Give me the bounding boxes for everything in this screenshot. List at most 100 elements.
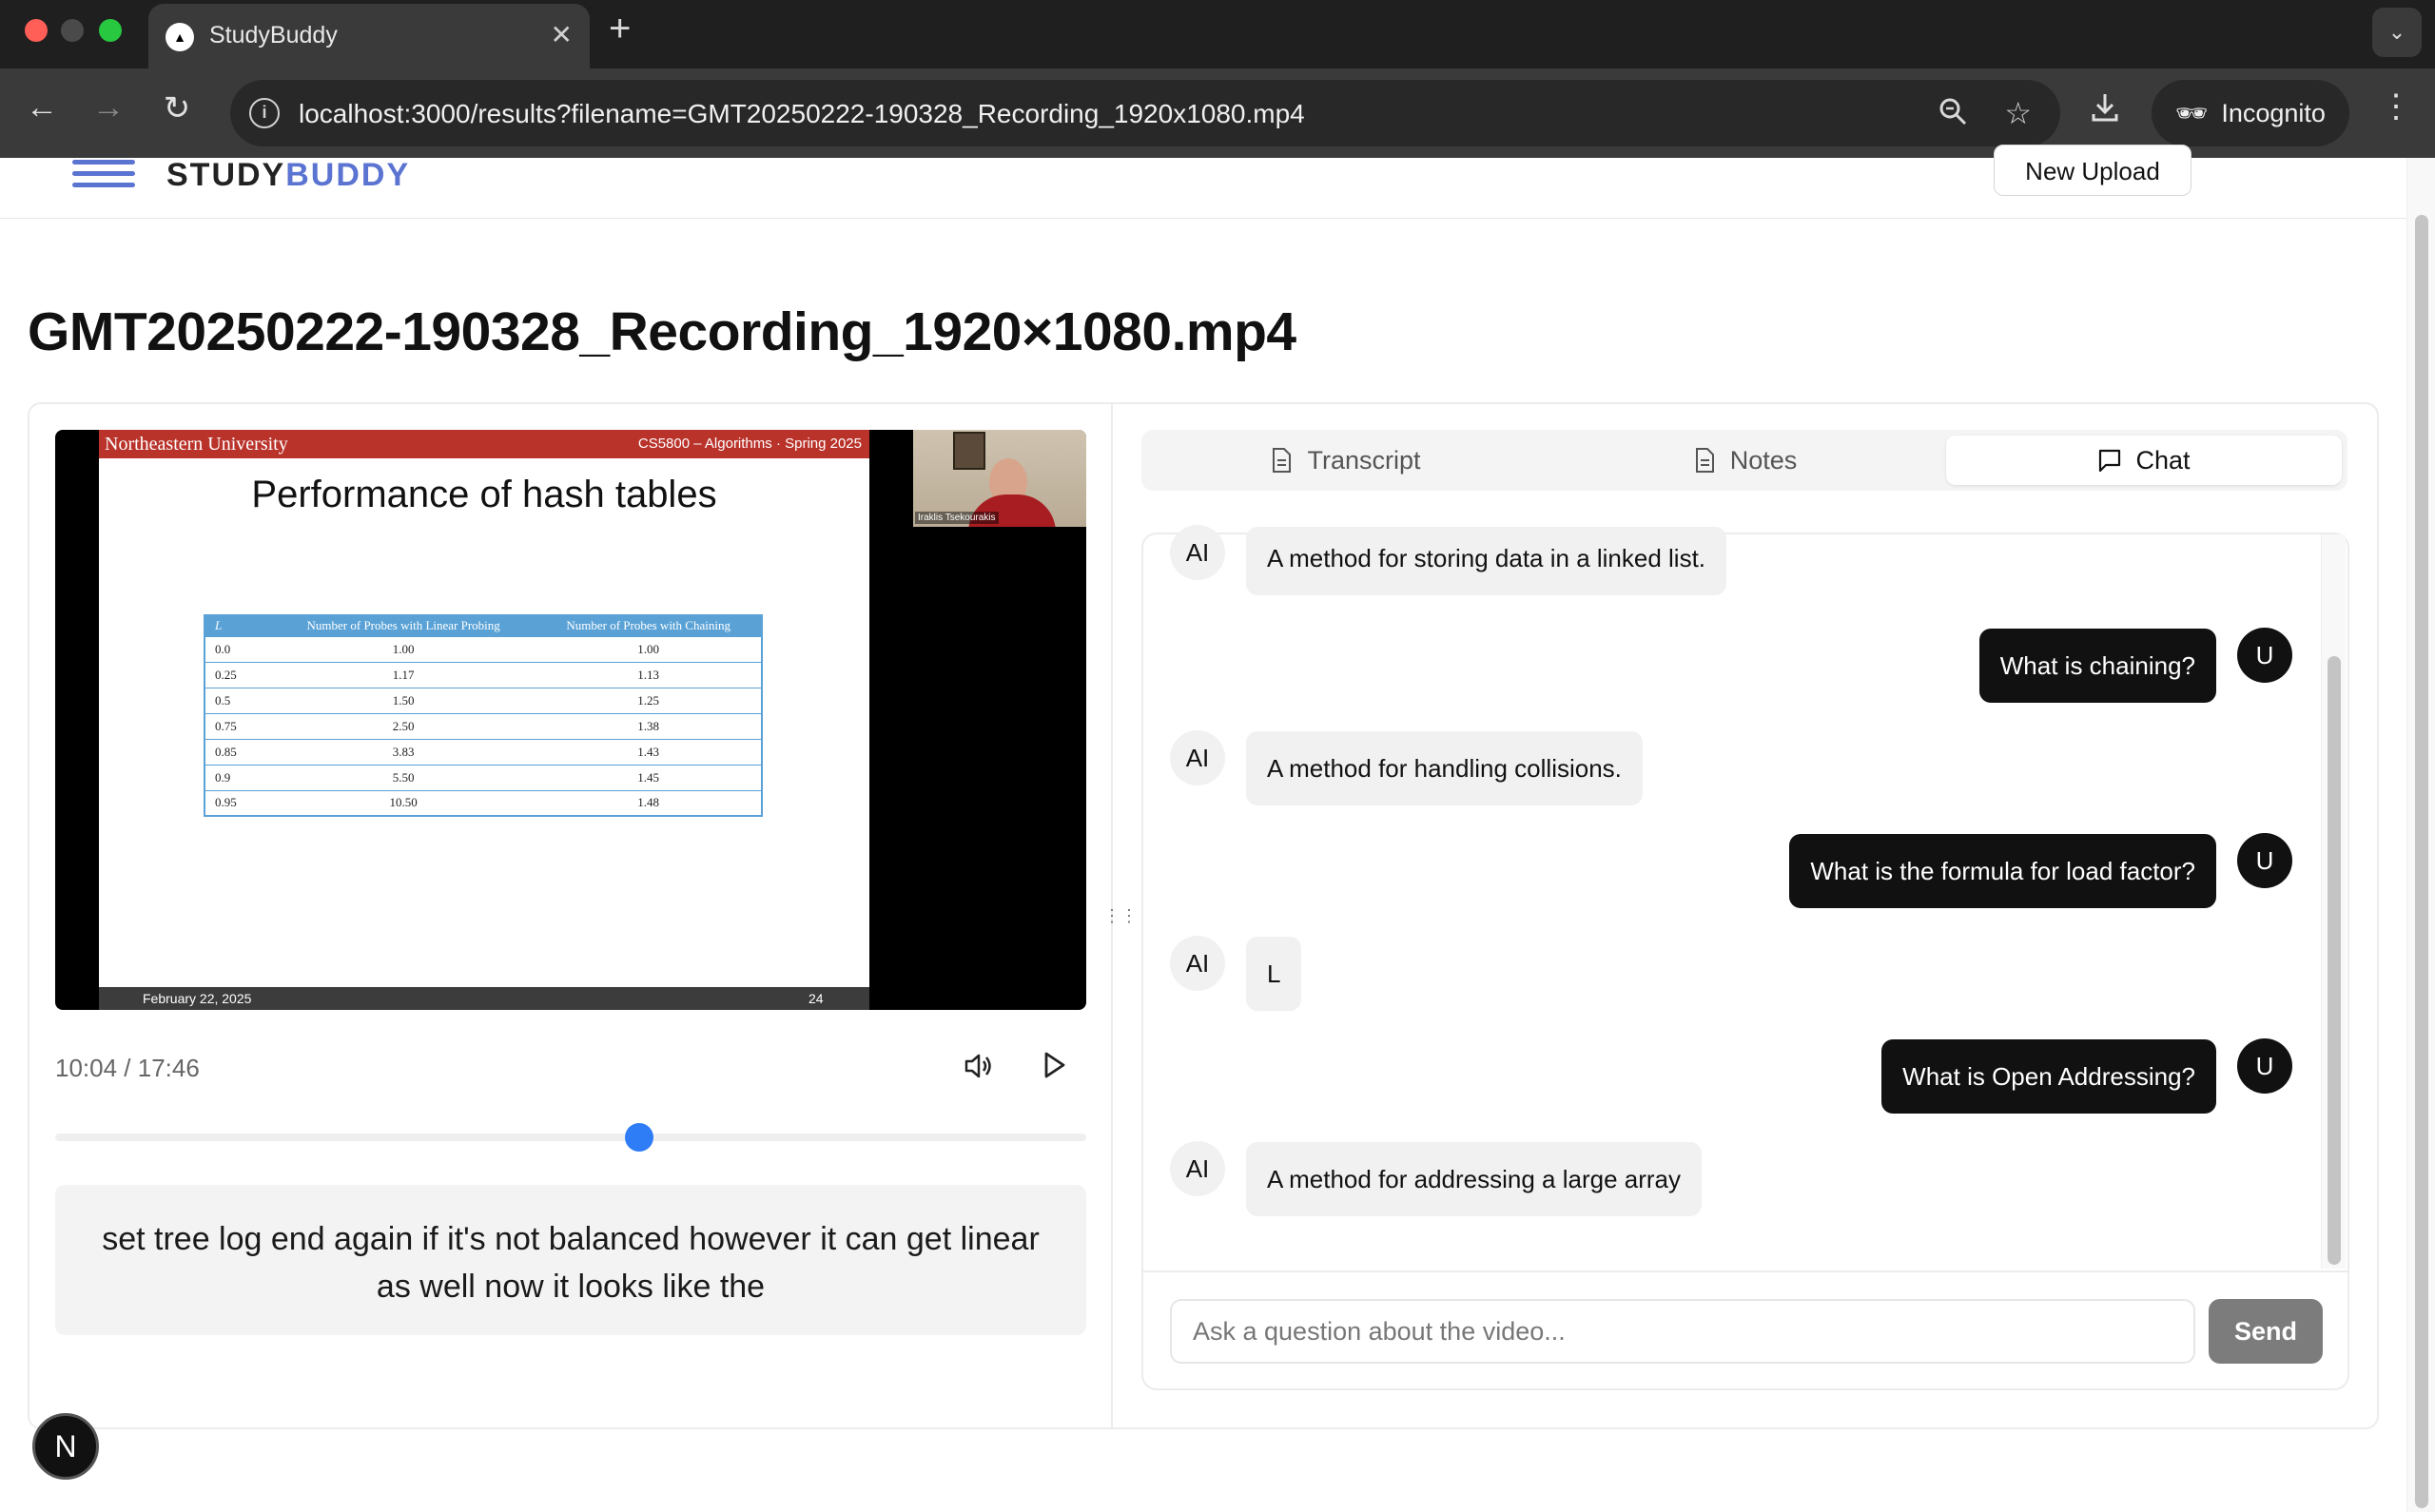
slide-table-cell: 0.9 xyxy=(205,764,271,790)
new-tab-button[interactable]: + xyxy=(609,8,631,50)
speaker-webcam: Iraklis Tsekourakis xyxy=(913,430,1086,527)
tab-transcript-label: Transcript xyxy=(1307,445,1421,475)
download-icon[interactable] xyxy=(2089,91,2121,124)
slide-header: Northeastern University CS5800 – Algorit… xyxy=(99,430,869,458)
ai-avatar: AI xyxy=(1170,936,1225,991)
zoom-icon[interactable] xyxy=(1937,95,1969,127)
menu-icon[interactable]: ⋮ xyxy=(2380,87,2412,126)
close-window-button[interactable] xyxy=(25,19,48,42)
chat-input[interactable] xyxy=(1170,1299,2195,1364)
browser-tab-bar: ▲ StudyBuddy ✕ + ⌄ xyxy=(0,0,2435,68)
live-caption: set tree log end again if it's not balan… xyxy=(55,1185,1086,1335)
slide-table-cell: 1.50 xyxy=(271,687,536,713)
volume-icon[interactable] xyxy=(963,1050,995,1082)
site-info-icon[interactable]: i xyxy=(249,98,280,128)
star-icon[interactable]: ☆ xyxy=(2004,95,2032,131)
slide-institution: Northeastern University xyxy=(105,434,288,455)
url-text[interactable]: localhost:3000/results?filename=GMT20250… xyxy=(299,99,1305,129)
ai-message: L xyxy=(1246,937,1302,1011)
minimize-window-button[interactable] xyxy=(61,19,84,42)
webcam-picture-frame xyxy=(953,432,985,470)
slide-table-cell: 0.95 xyxy=(205,789,271,816)
slide-title: Performance of hash tables xyxy=(251,474,717,515)
tab-search-button[interactable]: ⌄ xyxy=(2372,8,2422,57)
user-avatar: U xyxy=(2237,1038,2292,1094)
slide-table-row: 0.9 5.50 1.45 xyxy=(205,764,762,790)
slide-table-cell: 0.85 xyxy=(205,738,271,765)
slide-table-header-cell: Number of Probes with Chaining xyxy=(536,615,762,636)
slide-table-cell: 1.00 xyxy=(536,635,762,662)
ai-message: A method for storing data in a linked li… xyxy=(1246,527,1727,595)
slide-table-cell: 1.00 xyxy=(271,635,536,662)
slide-table-cell: 1.48 xyxy=(536,789,762,816)
user-message: What is the formula for load factor? xyxy=(1789,834,2216,908)
brand-logo[interactable]: STUDYBUDDY xyxy=(166,158,410,192)
slide-table-cell: 5.50 xyxy=(271,764,536,790)
maximize-window-button[interactable] xyxy=(99,19,122,42)
seek-handle[interactable] xyxy=(624,1123,653,1152)
page-scrollbar-thumb[interactable] xyxy=(2415,215,2428,1508)
slide-course: CS5800 – Algorithms · Spring 2025 xyxy=(637,436,862,452)
user-message: What is chaining? xyxy=(1978,629,2216,703)
slide-table-row: 0.95 10.50 1.48 xyxy=(205,789,762,816)
slide-table-header-cell: L xyxy=(205,615,271,636)
new-upload-label: New Upload xyxy=(2025,157,2160,185)
slide-table-header: L Number of Probes with Linear Probing N… xyxy=(205,615,762,636)
slide-table-cell: 0.75 xyxy=(205,712,271,739)
browser-tab[interactable]: ▲ StudyBuddy ✕ xyxy=(148,4,590,68)
slide-table-row: 0.85 3.83 1.43 xyxy=(205,738,762,765)
resize-handle-icon[interactable]: ⋮⋮ xyxy=(1103,903,1138,928)
slide-table-cell: 2.50 xyxy=(271,712,536,739)
time-display: 10:04 / 17:46 xyxy=(55,1054,200,1082)
slide-table-cell: 1.38 xyxy=(536,712,762,739)
brand-part-2: BUDDY xyxy=(285,157,411,193)
slide-table-cell: 1.43 xyxy=(536,738,762,765)
tab-chat[interactable]: Chat xyxy=(1946,436,2342,485)
slide-page-number: 24 xyxy=(808,991,824,1006)
slide-table: L Number of Probes with Linear Probing N… xyxy=(204,614,763,817)
seek-bar[interactable] xyxy=(55,1134,1086,1141)
reload-icon[interactable]: ↻ xyxy=(154,89,200,127)
address-bar[interactable]: i localhost:3000/results?filename=GMT202… xyxy=(230,80,2060,146)
document-icon xyxy=(1273,448,1292,473)
speaker-name: Iraklis Tsekourakis xyxy=(915,512,999,524)
slide-table-cell: 0.25 xyxy=(205,661,271,688)
forward-icon[interactable]: → xyxy=(86,89,131,126)
play-icon[interactable] xyxy=(1037,1048,1071,1082)
page-title: GMT20250222-190328_Recording_1920×1080.m… xyxy=(28,301,1296,362)
slide-table-cell: 1.13 xyxy=(536,661,762,688)
chat-scrollbar-thumb[interactable] xyxy=(2328,656,2341,1265)
back-icon[interactable]: ← xyxy=(19,89,65,126)
user-avatar: U xyxy=(2237,833,2292,888)
slide-table-cell: 1.45 xyxy=(536,764,762,790)
tab-title: StudyBuddy xyxy=(209,22,338,48)
chat-input-divider xyxy=(1143,1270,2347,1272)
incognito-button[interactable]: 🕶 Incognito xyxy=(2152,80,2349,146)
slide-table-cell: 0.0 xyxy=(205,635,271,662)
send-button[interactable]: Send xyxy=(2209,1299,2323,1364)
slide-table-row: 0.25 1.17 1.13 xyxy=(205,661,762,688)
tab-notes[interactable]: Notes xyxy=(1547,436,1942,485)
incognito-label: Incognito xyxy=(2221,98,2326,127)
incognito-icon: 🕶 xyxy=(2175,99,2209,127)
chevron-down-icon: ⌄ xyxy=(2387,20,2406,44)
document-icon xyxy=(1695,448,1714,473)
tab-chat-label: Chat xyxy=(2135,445,2191,475)
video-player[interactable]: Northeastern University CS5800 – Algorit… xyxy=(55,430,1086,1010)
app-header: STUDYBUDDY New Upload xyxy=(0,145,2406,219)
close-icon[interactable]: ✕ xyxy=(551,19,573,50)
slide-table-cell: 3.83 xyxy=(271,738,536,765)
chat-scrollbar[interactable] xyxy=(2321,534,2346,1269)
ai-message: A method for addressing a large array xyxy=(1246,1142,1703,1216)
ai-message: A method for handling collisions. xyxy=(1246,731,1643,805)
panel-tabs: Transcript Notes Chat xyxy=(1141,430,2347,491)
tab-transcript[interactable]: Transcript xyxy=(1147,436,1543,485)
dev-tools-badge[interactable]: N xyxy=(32,1413,99,1480)
triangle-icon: ▲ xyxy=(166,23,194,51)
page-scrollbar[interactable] xyxy=(2406,158,2435,1512)
ai-avatar: AI xyxy=(1170,525,1225,580)
slide-table-header-cell: Number of Probes with Linear Probing xyxy=(271,615,536,636)
slide-table-row: 0.0 1.00 1.00 xyxy=(205,635,762,662)
new-upload-button[interactable]: New Upload xyxy=(1994,145,2192,196)
slide-table-cell: 10.50 xyxy=(271,789,536,816)
